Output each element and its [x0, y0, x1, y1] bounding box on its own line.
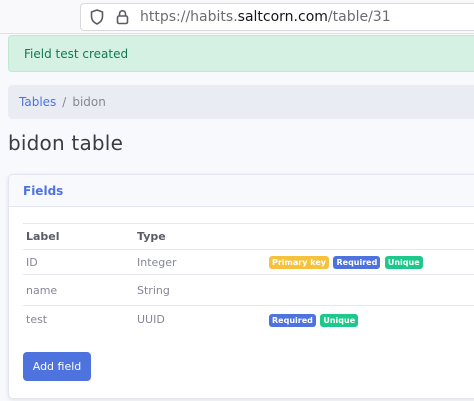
required-badge: Required	[269, 313, 316, 327]
field-label: name	[23, 274, 134, 306]
url-prefix: https://habits.	[140, 9, 238, 25]
field-type: UUID	[137, 313, 165, 327]
success-alert: Field test created	[8, 35, 474, 72]
url-host: saltcorn.com	[237, 9, 328, 25]
breadcrumb-tables-link[interactable]: Tables	[19, 95, 56, 109]
breadcrumb-current: bidon	[72, 95, 106, 109]
required-badge: Required	[333, 256, 381, 269]
fields-table: Label Type ID Integer Primary key Requir…	[23, 223, 474, 334]
column-header-type: Type	[134, 223, 266, 250]
address-bar[interactable]: https://habits.saltcorn.com/table/31	[80, 3, 474, 31]
card-header: Fields	[9, 175, 474, 207]
field-label: test	[26, 313, 48, 327]
url-text[interactable]: https://habits.saltcorn.com/table/31	[140, 9, 391, 25]
column-header-label: Label	[23, 223, 134, 250]
field-badges: Required Unique	[266, 306, 474, 334]
breadcrumb: Tables / bidon	[8, 85, 474, 119]
column-header-attributes	[266, 223, 474, 250]
table-row: ID Integer Primary key Required Unique	[23, 249, 474, 275]
field-badges: Primary key Required Unique	[266, 249, 474, 275]
breadcrumb-separator: /	[62, 95, 67, 109]
fields-card: Fields Label Type ID Integer Primary key…	[8, 174, 474, 399]
card-title: Fields	[23, 183, 64, 198]
unique-badge: Unique	[320, 313, 359, 327]
lock-icon[interactable]	[115, 8, 129, 26]
alert-message: Field test created	[24, 46, 129, 61]
field-label: ID	[23, 249, 134, 275]
unique-badge: Unique	[384, 256, 423, 269]
table-row: name String	[23, 274, 474, 306]
primary-key-badge: Primary key	[269, 256, 329, 269]
url-path: /table/31	[327, 9, 391, 25]
shield-icon[interactable]	[89, 8, 105, 26]
add-field-button[interactable]: Add field	[23, 352, 91, 381]
field-badges	[266, 274, 474, 306]
table-header-row: Label Type	[23, 223, 474, 250]
field-type: Integer	[134, 249, 266, 275]
table-row: test UUID Required Unique	[23, 306, 474, 334]
field-type: String	[134, 274, 266, 306]
browser-toolbar: https://habits.saltcorn.com/table/31	[0, 0, 474, 34]
page-title: bidon table	[8, 131, 124, 155]
